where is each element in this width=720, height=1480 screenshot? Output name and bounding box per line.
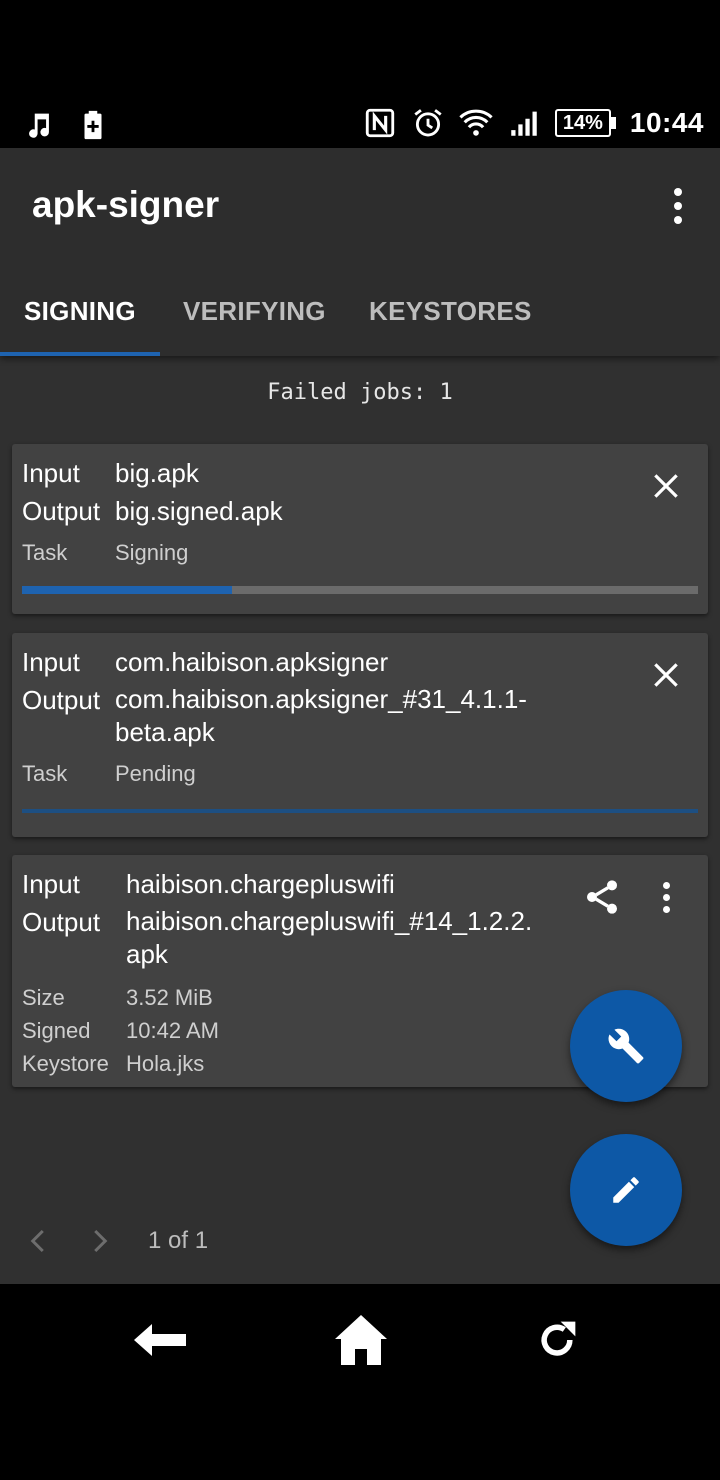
job-card: Input big.apk Output big.signed.apk Task Si… [12, 444, 708, 614]
page-indicator: 1 of 1 [148, 1227, 209, 1254]
battery-indicator: 14% [554, 109, 616, 137]
output-label: Output [22, 907, 101, 937]
cell-signal-icon [511, 111, 537, 136]
task-value: Pending [115, 761, 196, 786]
tab-verifying[interactable]: VERIFYING [183, 296, 326, 327]
signed-value: 10:42 AM [126, 1018, 219, 1043]
edit-fab[interactable] [570, 1134, 682, 1246]
indeterminate-progress-bar [22, 809, 698, 813]
input-label: Input [22, 869, 80, 899]
music-note-icon [29, 113, 49, 138]
input-label: Input [22, 458, 80, 488]
app-bar: apk-signer SIGNING VERIFYING KEYSTORES [0, 148, 720, 356]
tab-keystores[interactable]: KEYSTORES [369, 296, 532, 327]
main-content: Failed jobs: 1 Input big.apk Output big.si… [0, 356, 720, 1284]
tab-signing[interactable]: SIGNING [24, 296, 136, 327]
close-icon[interactable] [650, 659, 682, 691]
wrench-icon [608, 1028, 644, 1064]
chevron-right-icon[interactable] [84, 1226, 114, 1256]
tab-bar: SIGNING VERIFYING KEYSTORES [0, 284, 720, 356]
input-value: com.haibison.apksigner [115, 647, 389, 677]
output-value-line1: com.haibison.apksigner_#31_4.1.1- [115, 684, 527, 714]
progress-fill [22, 586, 232, 594]
signed-label: Signed [22, 1018, 91, 1043]
more-vert-icon[interactable] [660, 184, 696, 228]
output-value-line1: haibison.chargepluswifi_#14_1.2.2. [126, 906, 533, 936]
progress-bar [22, 586, 698, 594]
refresh-icon [541, 1321, 576, 1356]
task-label: Task [22, 540, 68, 565]
tools-fab[interactable] [570, 990, 682, 1102]
input-label: Input [22, 647, 80, 677]
back-button[interactable] [130, 1310, 190, 1370]
more-vert-icon[interactable] [652, 879, 680, 915]
back-arrow-icon [134, 1324, 186, 1356]
input-value: haibison.chargepluswifi [126, 869, 395, 899]
task-value: Signing [115, 540, 189, 565]
battery-saver-icon [84, 110, 102, 140]
output-label: Output [22, 685, 101, 715]
app-title: apk-signer [32, 184, 220, 225]
pager: 1 of 1 [24, 1226, 208, 1256]
active-tab-indicator [0, 352, 160, 356]
nfc-icon [365, 108, 395, 138]
output-value-line2: apk [126, 939, 168, 969]
task-label: Task [22, 761, 68, 786]
navigation-bar [0, 1284, 720, 1480]
close-icon[interactable] [650, 470, 682, 502]
failed-jobs-label: Failed jobs: 1 [267, 380, 453, 405]
keystore-value: Hola.jks [126, 1051, 205, 1076]
status-bar: 14% 10:44 [0, 0, 720, 148]
wifi-icon [459, 109, 493, 136]
keystore-label: Keystore [22, 1051, 109, 1076]
home-icon [335, 1315, 387, 1365]
chevron-left-icon[interactable] [24, 1226, 54, 1256]
clock: 10:44 [629, 107, 704, 138]
input-value: big.apk [115, 458, 199, 488]
pencil-icon [613, 1177, 639, 1203]
home-button[interactable] [331, 1310, 391, 1370]
battery-percent: 14% [554, 109, 611, 137]
job-card: Input com.haibison.apksigner Output com.h… [12, 633, 708, 837]
share-icon[interactable] [582, 877, 622, 917]
size-label: Size [22, 985, 65, 1010]
output-value: big.signed.apk [115, 496, 283, 526]
alarm-icon [414, 109, 442, 137]
output-label: Output [22, 496, 101, 526]
output-value-line2: beta.apk [115, 717, 215, 747]
size-value: 3.52 MiB [126, 985, 213, 1010]
recents-button[interactable] [527, 1310, 587, 1370]
